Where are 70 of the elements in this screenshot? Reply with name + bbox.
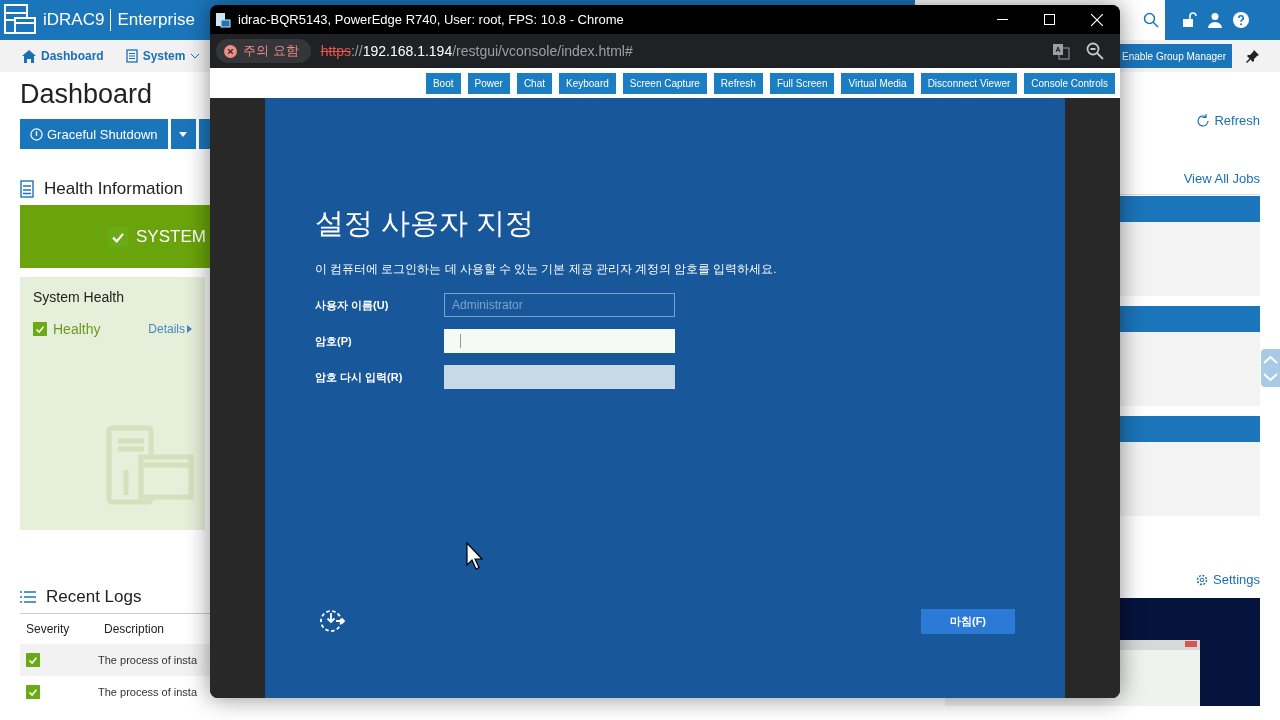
setup-title: 설정 사용자 지정	[315, 208, 536, 238]
finish-button[interactable]: 마침(F)	[921, 608, 1015, 634]
chevron-icon	[190, 52, 201, 60]
toolbar-button[interactable]: Screen Capture	[622, 72, 707, 94]
refresh-link[interactable]: Refresh	[1196, 113, 1260, 128]
refresh-icon	[1196, 113, 1211, 128]
settings-link[interactable]: Settings	[1195, 572, 1260, 587]
list-icon	[20, 589, 36, 604]
page-title: Dashboard	[20, 78, 153, 111]
pin-icon[interactable]	[1246, 49, 1260, 63]
toolbar-button[interactable]: Keyboard	[559, 72, 616, 94]
instruction-text: 이 컴퓨터에 로그인하는 데 사용할 수 있는 기본 제공 관리자 계정의 암호를 입력하세요.	[315, 262, 778, 277]
nav-link[interactable]: System	[125, 49, 201, 63]
security-warning-chip[interactable]: 주의 요함	[216, 39, 311, 63]
toolbar-button[interactable]: Virtual Media	[841, 72, 914, 94]
table-cell-text: The process of insta	[98, 654, 199, 666]
toolbar-button[interactable]: Chat	[516, 72, 552, 94]
user-icon[interactable]	[1207, 12, 1223, 28]
toolbar-button[interactable]: Console Controls	[1024, 72, 1115, 94]
lock-icon[interactable]	[1181, 12, 1197, 28]
cursor-icon	[466, 542, 484, 570]
toolbar-button[interactable]: Power	[467, 72, 510, 94]
field-label: 암호 다시 입력(R)	[315, 369, 404, 385]
zoom-out-icon[interactable]	[1086, 42, 1104, 60]
column-header: Description	[104, 622, 166, 636]
dropdown-button[interactable]	[198, 119, 211, 149]
error-icon	[224, 44, 237, 58]
section-heading: Health Information	[44, 178, 183, 199]
check-icon	[33, 322, 47, 336]
nav-link[interactable]: Dashboard	[22, 49, 104, 63]
graceful-shutdown-button[interactable]: Graceful Shutdown	[20, 119, 168, 149]
check-icon	[26, 653, 40, 667]
section-heading: Recent Logs	[46, 586, 142, 607]
help-icon[interactable]	[1233, 12, 1249, 28]
translate-icon[interactable]	[1052, 42, 1070, 60]
server-logo-icon	[3, 3, 37, 37]
server-icon	[125, 49, 138, 63]
server-icon	[20, 179, 34, 198]
toolbar-button[interactable]: Boot	[425, 72, 461, 94]
edition-label: Enterprise	[117, 10, 195, 30]
health-status: Healthy	[53, 321, 101, 337]
server-icon	[215, 11, 231, 28]
check-icon	[26, 685, 40, 699]
home-icon	[22, 49, 36, 63]
caret-icon	[179, 131, 188, 137]
card-title: System Health	[33, 289, 126, 305]
window-title: idrac-BQR5143, PowerEdge R740, User: root, FPS: 10.8 - Chrome	[238, 12, 624, 27]
details-link[interactable]: Details	[148, 322, 192, 336]
accessibility-icon[interactable]	[318, 607, 346, 635]
settings-icon	[1195, 572, 1209, 587]
toolbar-button[interactable]: Full Screen	[769, 72, 835, 94]
column-header: Severity	[26, 622, 71, 636]
arrow-icon	[187, 325, 192, 333]
field-label: 사용자 이름(U)	[315, 297, 390, 313]
toolbar-button[interactable]: Disconnect Viewer	[920, 72, 1018, 94]
address-url[interactable]: https://192.168.1.194/restgui/vconsole/index.html#	[320, 43, 633, 59]
view-all-jobs-link[interactable]: View All Jobs	[1183, 171, 1260, 186]
table-cell-text: The process of insta	[98, 686, 199, 698]
server-icon	[106, 425, 194, 505]
search-icon[interactable]	[1143, 12, 1159, 28]
minimize-icon	[997, 18, 1008, 21]
maximize-icon	[1044, 14, 1055, 25]
input-field[interactable]: Administrator	[444, 293, 675, 317]
toolbar-button[interactable]: Refresh	[713, 72, 763, 94]
close-icon	[1090, 13, 1103, 26]
power-icon	[30, 127, 43, 141]
app-name: iDRAC9	[43, 10, 105, 30]
field-label: 암호(P)	[315, 333, 353, 349]
banner-label: SYSTEM	[136, 226, 206, 247]
check-icon	[108, 226, 128, 247]
